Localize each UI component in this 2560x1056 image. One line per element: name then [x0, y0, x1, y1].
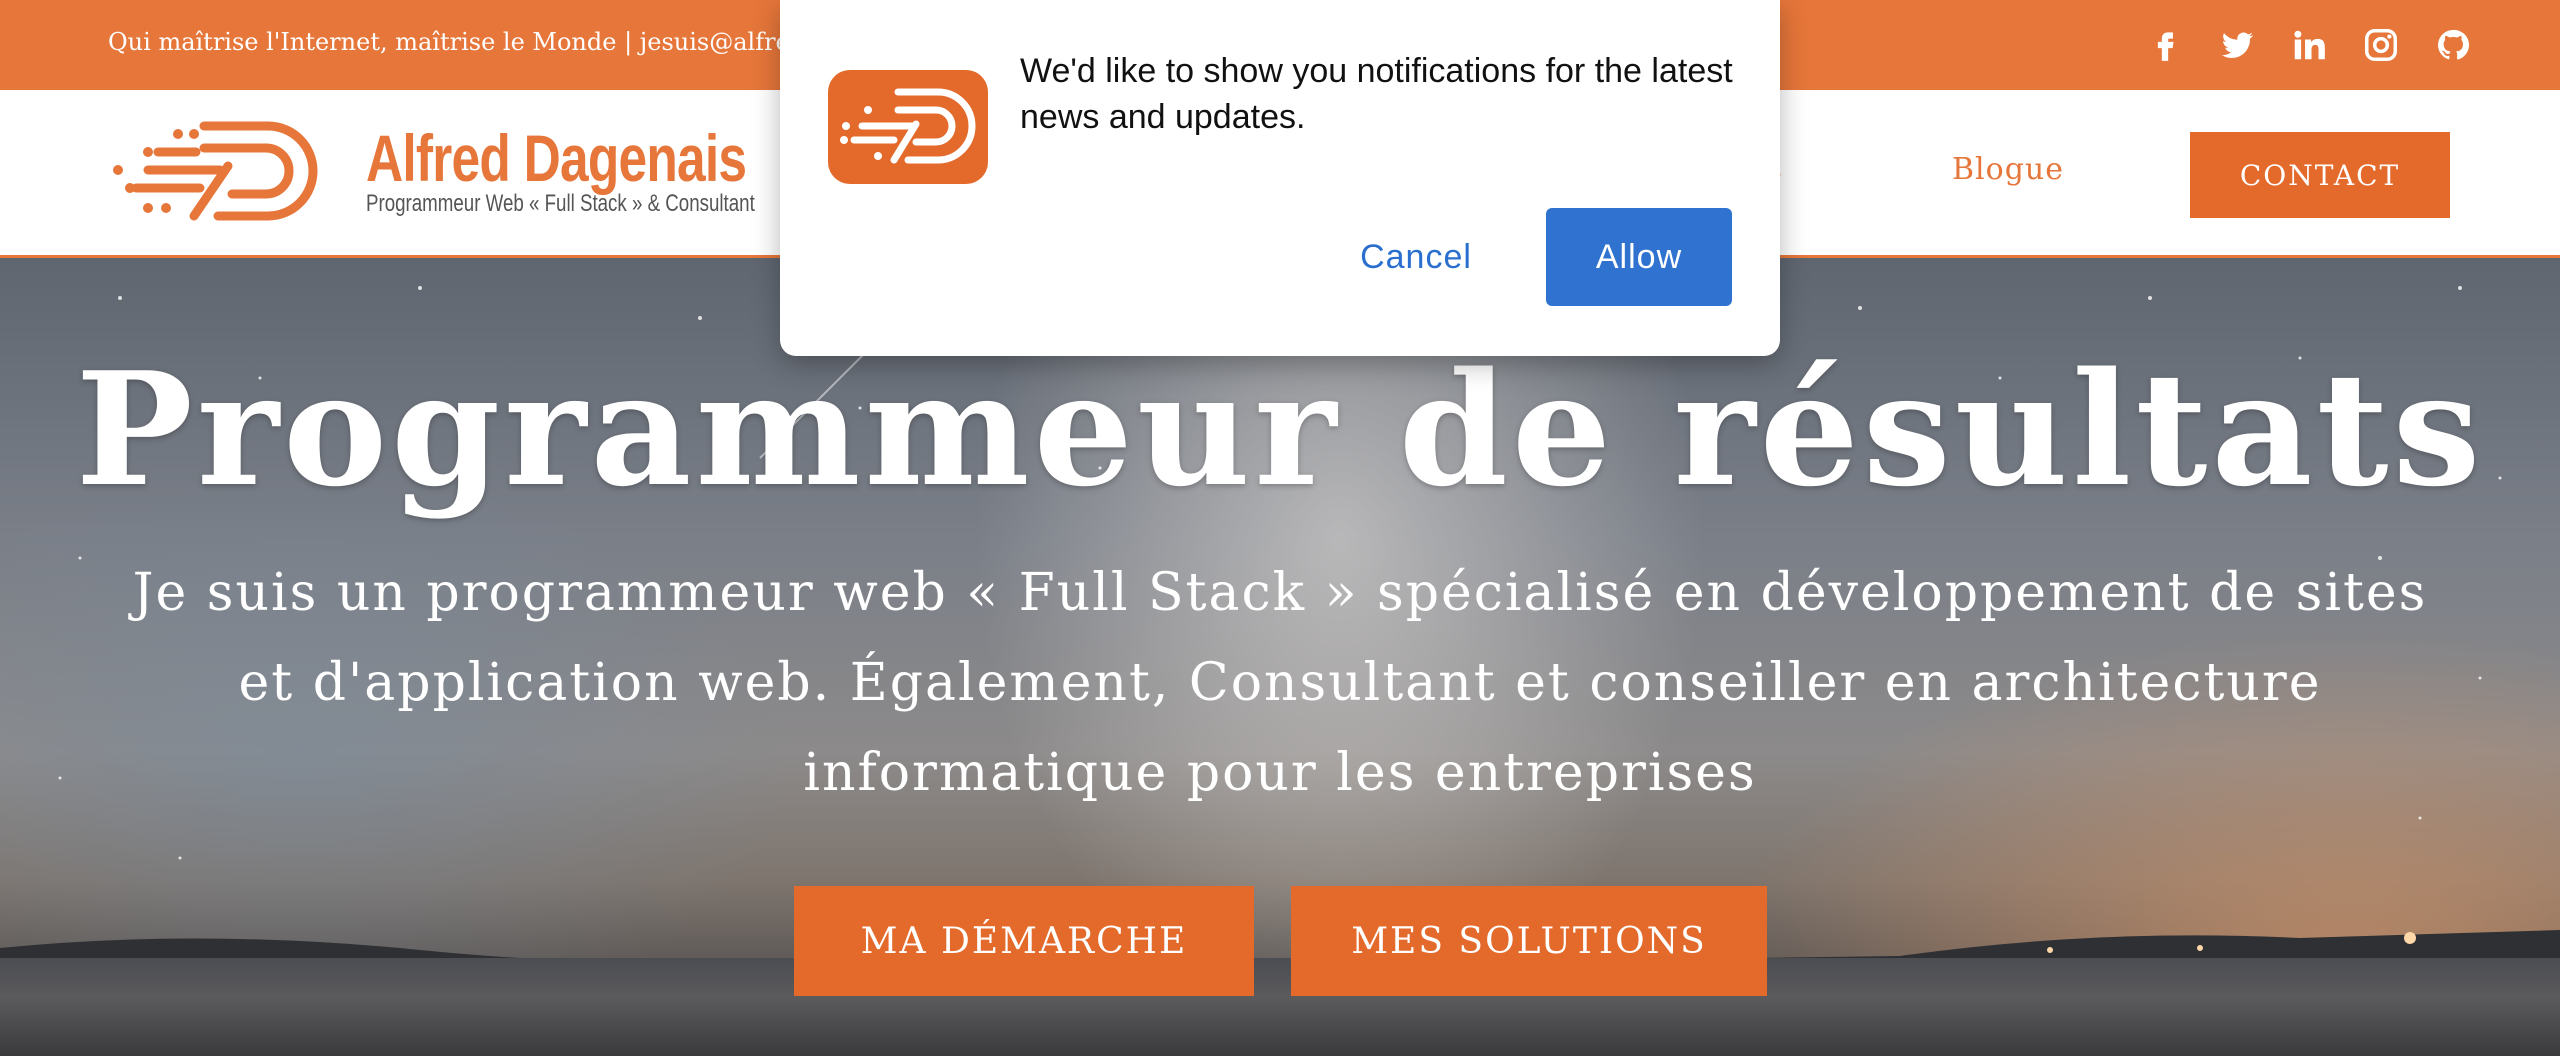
nav-blogue[interactable]: Blogue: [1952, 152, 2064, 187]
allow-button[interactable]: Allow: [1546, 208, 1732, 306]
cancel-button[interactable]: Cancel: [1328, 208, 1504, 306]
sea: [0, 958, 2560, 1056]
notification-message: We'd like to show you notifications for …: [1020, 52, 1733, 136]
mes-solutions-button[interactable]: MES SOLUTIONS: [1291, 886, 1767, 996]
contact-button[interactable]: CONTACT: [2190, 132, 2450, 218]
facebook-icon[interactable]: [2146, 26, 2184, 64]
ma-demarche-button[interactable]: MA DÉMARCHE: [794, 886, 1254, 996]
site-logo-icon: [828, 70, 988, 184]
logo-subtitle: Programmeur Web « Full Stack » & Consult…: [366, 190, 755, 217]
github-icon[interactable]: [2434, 26, 2472, 64]
instagram-icon[interactable]: [2362, 26, 2400, 64]
notification-permission-dialog: We'd like to show you notifications for …: [780, 0, 1780, 356]
logo-name[interactable]: Alfred Dagenais: [366, 120, 747, 196]
hero-subtitle: Je suis un programmeur web « Full Stack …: [132, 563, 2428, 803]
tagline: Qui maîtrise l'Internet, maîtrise le Mon…: [108, 28, 788, 56]
linkedin-icon[interactable]: [2290, 26, 2328, 64]
social-links: [2146, 26, 2472, 64]
twitter-icon[interactable]: [2218, 26, 2256, 64]
logo-icon[interactable]: [108, 116, 332, 226]
hero-section: Programmeur de résultats Je suis un prog…: [0, 258, 2560, 1056]
hero-title: Programmeur de résultats: [75, 338, 2485, 521]
